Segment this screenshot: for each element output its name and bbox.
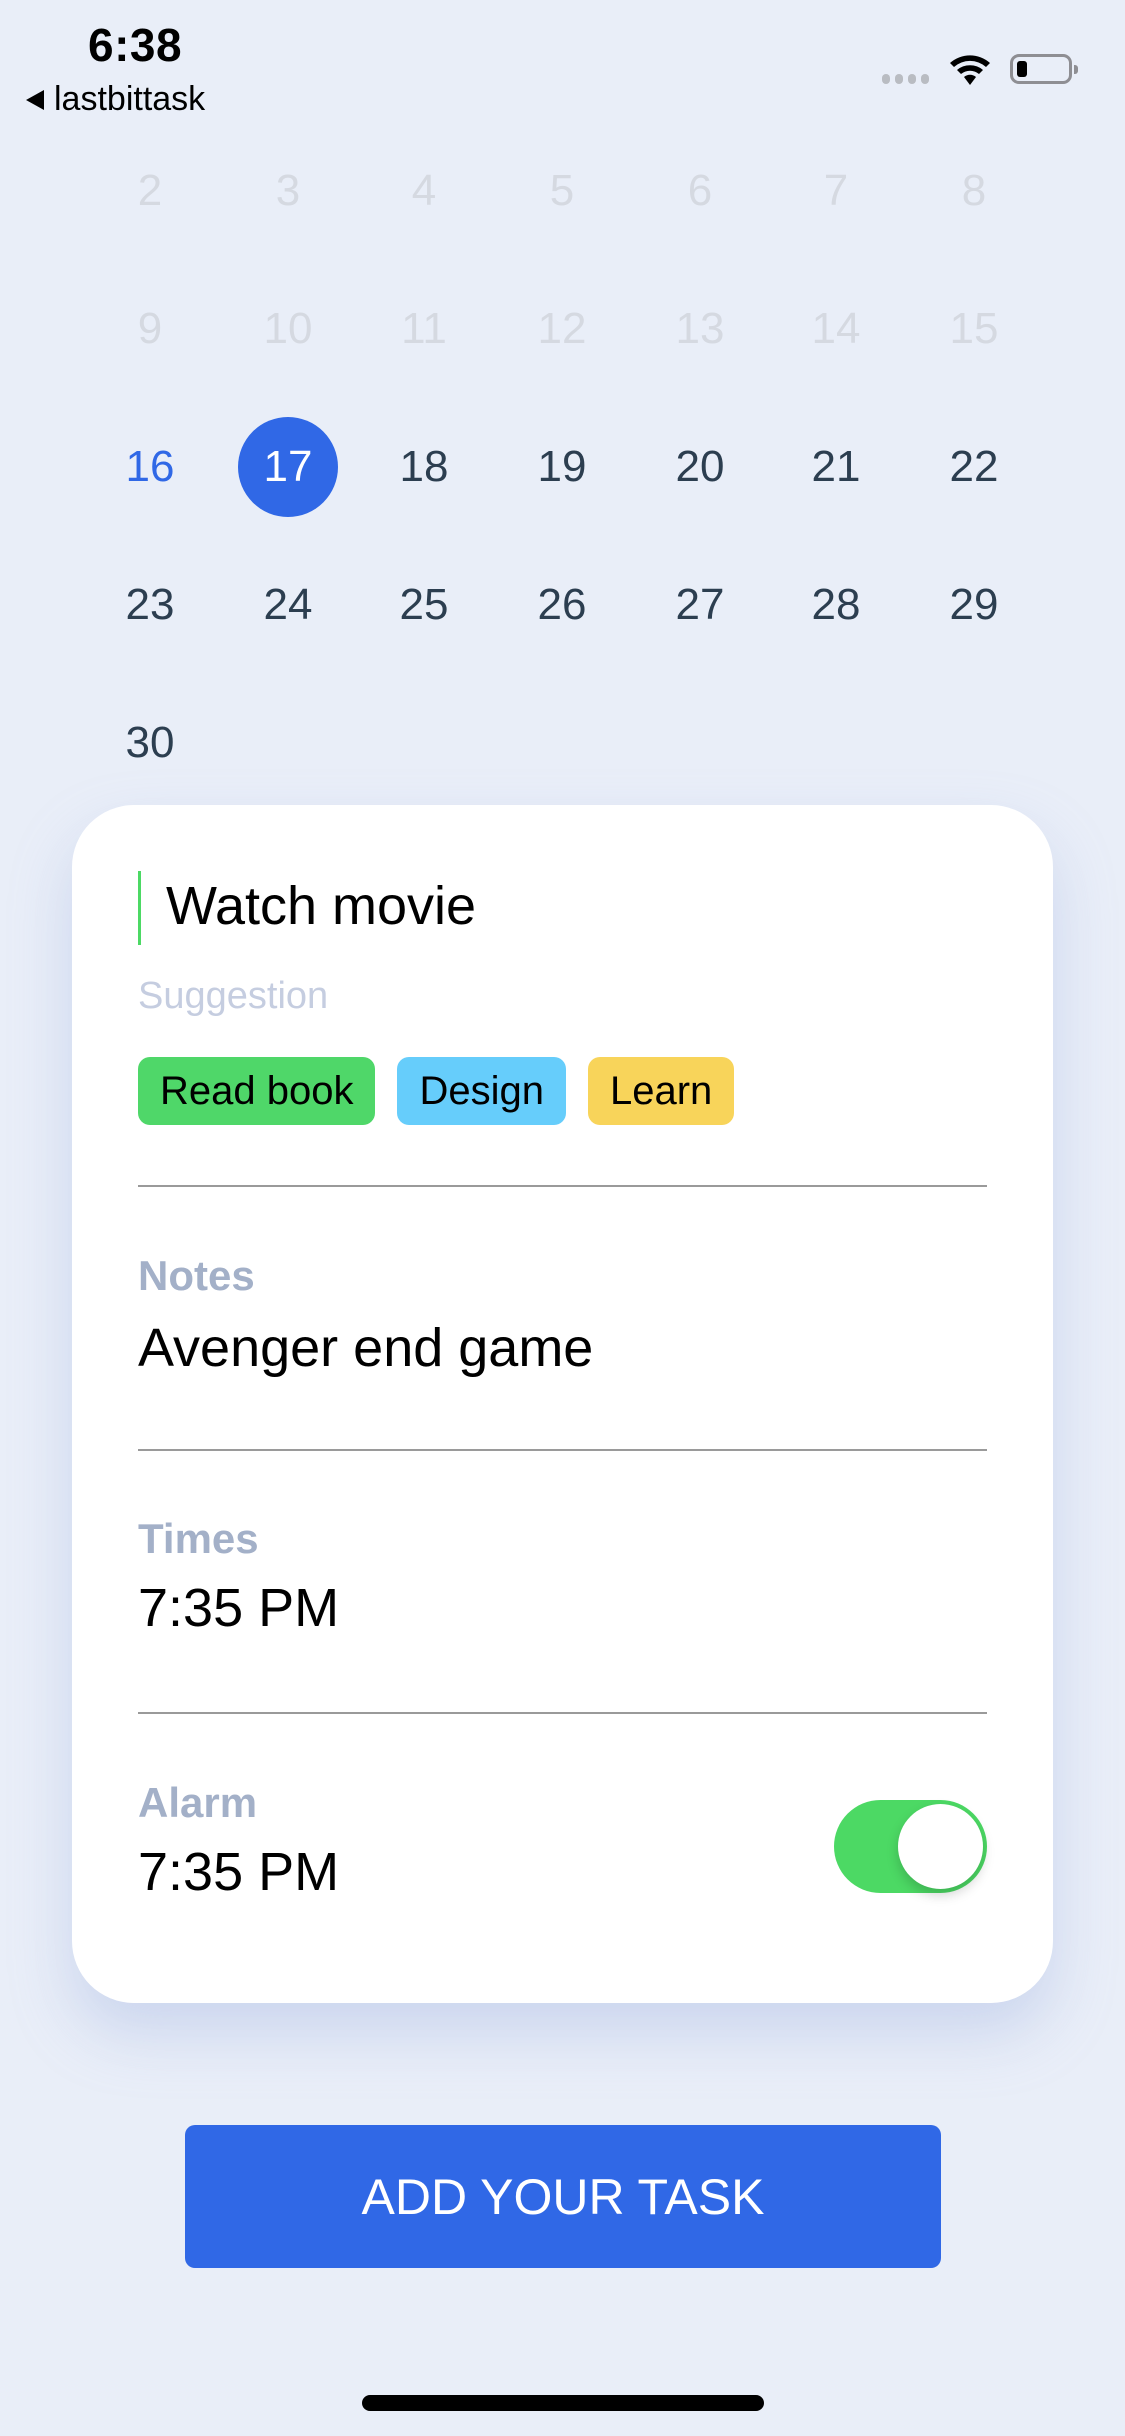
calendar-day-17[interactable]: 17 xyxy=(238,417,338,517)
suggestion-chip-learn[interactable]: Learn xyxy=(588,1057,735,1125)
calendar-day-28[interactable]: 28 xyxy=(786,555,886,655)
times-label: Times xyxy=(138,1515,259,1562)
calendar-day-3[interactable]: 3 xyxy=(238,141,338,241)
divider xyxy=(138,1185,987,1187)
calendar-day-20[interactable]: 20 xyxy=(650,417,750,517)
calendar-day-30[interactable]: 30 xyxy=(100,693,200,793)
calendar-day-27[interactable]: 27 xyxy=(650,555,750,655)
toggle-knob xyxy=(898,1804,983,1889)
wifi-icon xyxy=(950,55,990,85)
home-indicator[interactable] xyxy=(362,2395,764,2411)
back-to-app-link[interactable]: lastbittask xyxy=(26,80,205,119)
calendar-day-6[interactable]: 6 xyxy=(650,141,750,241)
suggestion-chip-read-book[interactable]: Read book xyxy=(138,1057,376,1125)
times-value[interactable]: 7:35 PM xyxy=(138,1577,339,1639)
calendar-day-15[interactable]: 15 xyxy=(924,279,1024,379)
calendar-day-10[interactable]: 10 xyxy=(238,279,338,379)
status-time: 6:38 xyxy=(88,19,183,71)
notes-label: Notes xyxy=(138,1252,255,1299)
calendar-day-9[interactable]: 9 xyxy=(100,279,200,379)
calendar-day-23[interactable]: 23 xyxy=(100,555,200,655)
calendar-week-row: 23 24 25 26 27 28 29 xyxy=(0,555,1125,655)
calendar-week-row: 2345678 xyxy=(0,141,1125,241)
calendar-day-2[interactable]: 2 xyxy=(100,141,200,241)
calendar-day-11[interactable]: 11 xyxy=(374,279,474,379)
calendar-day-22[interactable]: 22 xyxy=(924,417,1024,517)
calendar-week-row: 30 xyxy=(0,693,1125,793)
calendar-day-16[interactable]: 16 xyxy=(100,417,200,517)
calendar-day-29[interactable]: 29 xyxy=(924,555,1024,655)
calendar-day-25[interactable]: 25 xyxy=(374,555,474,655)
calendar-day-8[interactable]: 8 xyxy=(924,141,1024,241)
task-card: Watch movie Suggestion Read book Design … xyxy=(72,805,1053,2003)
back-app-label: lastbittask xyxy=(54,80,206,118)
suggestion-chips: Read book Design Learn xyxy=(138,1057,735,1125)
alarm-toggle[interactable] xyxy=(834,1800,987,1893)
calendar-day-19[interactable]: 19 xyxy=(512,417,612,517)
task-title-input[interactable]: Watch movie xyxy=(166,875,476,937)
calendar-day-18[interactable]: 18 xyxy=(374,417,474,517)
calendar-day-13[interactable]: 13 xyxy=(650,279,750,379)
text-cursor xyxy=(138,871,141,945)
calendar-day-24[interactable]: 24 xyxy=(238,555,338,655)
divider xyxy=(138,1712,987,1714)
signal-icon xyxy=(882,74,929,84)
battery-icon xyxy=(1010,54,1078,84)
alarm-label: Alarm xyxy=(138,1779,258,1826)
calendar-week-row: 16 17 18 19 20 21 22 xyxy=(0,417,1125,517)
calendar-day-21[interactable]: 21 xyxy=(786,417,886,517)
calendar-day-7[interactable]: 7 xyxy=(786,141,886,241)
suggestion-chip-design[interactable]: Design xyxy=(397,1057,566,1125)
notes-input[interactable]: Avenger end game xyxy=(138,1317,593,1379)
calendar-day-12[interactable]: 12 xyxy=(512,279,612,379)
alarm-value[interactable]: 7:35 PM xyxy=(138,1841,339,1903)
calendar-day-26[interactable]: 26 xyxy=(512,555,612,655)
calendar-day-4[interactable]: 4 xyxy=(374,141,474,241)
back-arrow-icon xyxy=(26,89,44,110)
calendar-day-14[interactable]: 14 xyxy=(786,279,886,379)
divider xyxy=(138,1449,987,1451)
calendar-day-5[interactable]: 5 xyxy=(512,141,612,241)
add-task-button[interactable]: ADD YOUR TASK xyxy=(185,2125,941,2268)
calendar-week-row: 9 10 11 12 13 14 15 xyxy=(0,279,1125,379)
suggestion-label: Suggestion xyxy=(138,975,329,1017)
